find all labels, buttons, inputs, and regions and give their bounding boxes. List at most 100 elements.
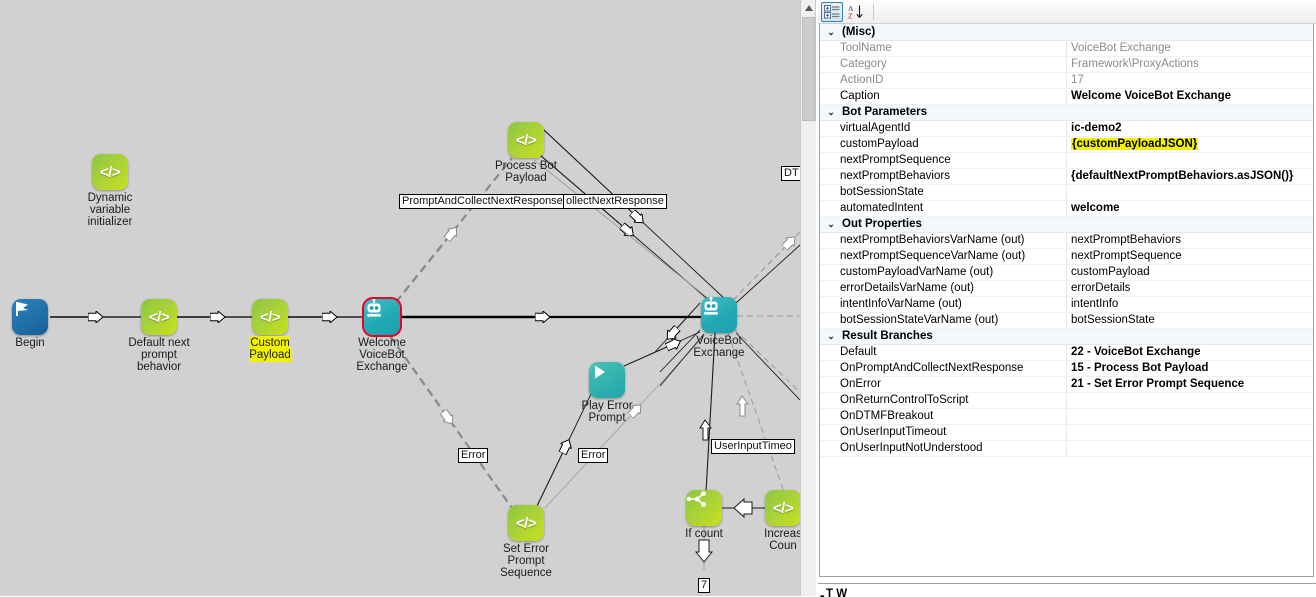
property-value[interactable] (1067, 440, 1314, 456)
property-row[interactable]: nextPromptBehaviors{defaultNextPromptBeh… (820, 168, 1313, 184)
property-row[interactable]: customPayloadVarName (out)customPayload (820, 264, 1313, 280)
flow-diagram-canvas[interactable]: </> Dynamic variable initializer Begin <… (0, 0, 800, 596)
property-grid[interactable]: ⌄(Misc)ToolNameVoiceBot ExchangeCategory… (819, 24, 1314, 577)
property-value[interactable]: nextPromptBehaviors (1067, 232, 1314, 248)
code-icon: </> (508, 505, 544, 541)
property-row[interactable]: OnDTMFBreakout (820, 408, 1313, 424)
property-name: OnReturnControlToScript (820, 392, 1067, 408)
property-value[interactable] (1067, 152, 1314, 168)
property-row[interactable]: ToolNameVoiceBot Exchange (820, 40, 1313, 56)
property-row[interactable]: ActionID17 (820, 72, 1313, 88)
property-value[interactable]: 15 - Process Bot Payload (1067, 360, 1314, 376)
property-grid-body: ⌄(Misc)ToolNameVoiceBot ExchangeCategory… (820, 24, 1313, 456)
property-value[interactable]: 17 (1067, 72, 1314, 88)
property-value[interactable]: 22 - VoiceBot Exchange (1067, 344, 1314, 360)
scrollbar-track[interactable] (801, 122, 816, 596)
property-value[interactable]: {defaultNextPromptBehaviors.asJSON()} (1067, 168, 1314, 184)
chevron-down-icon[interactable]: ⌄ (826, 107, 836, 117)
property-row[interactable]: OnReturnControlToScript (820, 392, 1313, 408)
property-value[interactable]: botSessionState (1067, 312, 1314, 328)
property-name: ToolName (820, 40, 1067, 56)
property-value[interactable]: intentInfo (1067, 296, 1314, 312)
property-value[interactable]: ic-demo2 (1067, 120, 1314, 136)
edge-label-count-seven[interactable]: 7 (698, 578, 710, 593)
property-row[interactable]: automatedIntentwelcome (820, 200, 1313, 216)
property-row[interactable]: customPayload{customPayloadJSON} (820, 136, 1313, 152)
bot-icon (364, 299, 400, 335)
property-value[interactable]: customPayload (1067, 264, 1314, 280)
play-icon (589, 362, 625, 398)
property-name: botSessionState (820, 184, 1067, 200)
property-name: automatedIntent (820, 200, 1067, 216)
property-row[interactable]: nextPromptSequence (820, 152, 1313, 168)
property-name: OnUserInputNotUnderstood (820, 440, 1067, 456)
bottom-docked-panel[interactable]: ▾ T W (818, 583, 1316, 597)
property-category-row[interactable]: ⌄Out Properties (820, 216, 1313, 232)
properties-pane: A Z ⌄(Misc)ToolNameVoiceBot ExchangeCate… (818, 0, 1316, 596)
property-value[interactable] (1067, 424, 1314, 440)
property-category-row[interactable]: ⌄Bot Parameters (820, 104, 1313, 120)
scrollbar-thumb[interactable] (802, 17, 815, 121)
property-row[interactable]: CategoryFramework\ProxyActions (820, 56, 1313, 72)
edge-label-error-1[interactable]: Error (458, 448, 488, 463)
canvas-vertical-scrollbar[interactable] (800, 0, 816, 596)
edge-label-dtmf[interactable]: DT (781, 166, 800, 181)
property-value[interactable]: 21 - Set Error Prompt Sequence (1067, 376, 1314, 392)
edge-label-user-input-timeout[interactable]: UserInputTimeo (711, 439, 795, 454)
property-row[interactable]: errorDetailsVarName (out)errorDetails (820, 280, 1313, 296)
property-name: intentInfoVarName (out) (820, 296, 1067, 312)
branch-icon (686, 490, 722, 526)
property-category-row[interactable]: ⌄(Misc) (820, 24, 1313, 40)
property-category-row[interactable]: ⌄Result Branches (820, 328, 1313, 344)
property-row[interactable]: virtualAgentIdic-demo2 (820, 120, 1313, 136)
property-value[interactable]: errorDetails (1067, 280, 1314, 296)
property-category-label: ⌄Out Properties (820, 216, 1313, 232)
flag-icon (12, 299, 48, 335)
property-row[interactable]: botSessionStateVarName (out)botSessionSt… (820, 312, 1313, 328)
edge-label-prompt-and-collect-1[interactable]: PromptAndCollectNextResponse (399, 194, 566, 209)
property-row[interactable]: nextPromptBehaviorsVarName (out)nextProm… (820, 232, 1313, 248)
property-value[interactable]: nextPromptSequence (1067, 248, 1314, 264)
code-icon: </> (92, 154, 128, 190)
property-value[interactable] (1067, 392, 1314, 408)
property-row[interactable]: CaptionWelcome VoiceBot Exchange (820, 88, 1313, 104)
chevron-down-icon[interactable]: ⌄ (826, 27, 836, 37)
property-row[interactable]: Default22 - VoiceBot Exchange (820, 344, 1313, 360)
properties-toolbar: A Z (818, 0, 1316, 24)
property-row[interactable]: nextPromptSequenceVarName (out)nextPromp… (820, 248, 1313, 264)
alphabetical-sort-icon[interactable]: A Z (845, 2, 867, 22)
property-row[interactable]: OnPromptAndCollectNextResponse15 - Proce… (820, 360, 1313, 376)
property-row[interactable]: intentInfoVarName (out)intentInfo (820, 296, 1313, 312)
property-category-label: ⌄(Misc) (820, 24, 1313, 40)
property-category-label: ⌄Bot Parameters (820, 104, 1313, 120)
edge-label-error-2[interactable]: Error (578, 448, 608, 463)
property-value[interactable] (1067, 408, 1314, 424)
property-row[interactable]: OnError21 - Set Error Prompt Sequence (820, 376, 1313, 392)
svg-text:Z: Z (848, 11, 853, 20)
property-value[interactable]: VoiceBot Exchange (1067, 40, 1314, 56)
code-icon: </> (252, 299, 288, 335)
edge-label-prompt-and-collect-2[interactable]: ollectNextResponse (563, 194, 667, 209)
property-name: Category (820, 56, 1067, 72)
property-category-label: ⌄Result Branches (820, 328, 1313, 344)
property-row[interactable]: OnUserInputTimeout (820, 424, 1313, 440)
diagram-connectors (0, 0, 800, 596)
property-value[interactable] (1067, 184, 1314, 200)
bot-icon (701, 297, 737, 333)
property-name: nextPromptBehaviorsVarName (out) (820, 232, 1067, 248)
property-value[interactable]: welcome (1067, 200, 1314, 216)
property-value[interactable]: Framework\ProxyActions (1067, 56, 1314, 72)
script-editor-window: </> Dynamic variable initializer Begin <… (0, 0, 1316, 596)
property-row[interactable]: OnUserInputNotUnderstood (820, 440, 1313, 456)
chevron-down-icon[interactable]: ⌄ (826, 219, 836, 229)
categorized-view-icon[interactable] (821, 2, 843, 22)
property-value[interactable]: Welcome VoiceBot Exchange (1067, 88, 1314, 104)
property-name: virtualAgentId (820, 120, 1067, 136)
property-name: ActionID (820, 72, 1067, 88)
property-name: nextPromptBehaviors (820, 168, 1067, 184)
scroll-up-arrow-icon[interactable] (801, 0, 816, 16)
property-name: OnPromptAndCollectNextResponse (820, 360, 1067, 376)
property-value[interactable]: {customPayloadJSON} (1067, 136, 1314, 152)
chevron-down-icon[interactable]: ⌄ (826, 331, 836, 341)
property-row[interactable]: botSessionState (820, 184, 1313, 200)
